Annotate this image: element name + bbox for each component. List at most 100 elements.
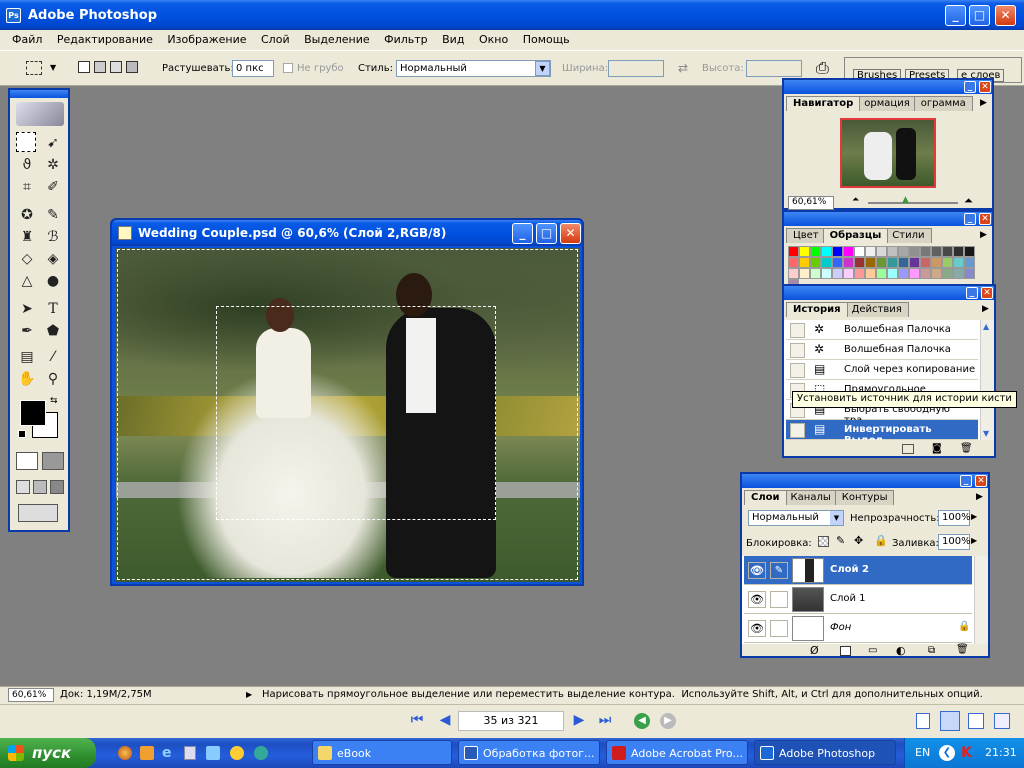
new-group-icon[interactable]: ▭ xyxy=(868,645,877,656)
history-source-box[interactable] xyxy=(790,423,805,438)
color-swatch[interactable] xyxy=(964,268,975,279)
color-swatch[interactable] xyxy=(843,257,854,268)
antialias-checkbox[interactable] xyxy=(283,63,293,73)
doc-minimize-button[interactable]: _ xyxy=(512,223,533,244)
color-swatch[interactable] xyxy=(953,246,964,257)
facing-view-icon[interactable] xyxy=(968,713,984,729)
color-swatch[interactable] xyxy=(942,257,953,268)
pen-tool-icon[interactable]: ✒ xyxy=(16,320,38,342)
quicklaunch-media-icon[interactable] xyxy=(230,746,244,760)
tab-history[interactable]: История xyxy=(786,302,848,317)
color-swatch[interactable] xyxy=(876,246,887,257)
shape-tool-icon[interactable]: ⬟ xyxy=(42,320,64,342)
color-swatch[interactable] xyxy=(909,268,920,279)
history-source-box[interactable] xyxy=(790,343,805,358)
color-swatch[interactable] xyxy=(876,268,887,279)
task-photoshop[interactable]: Adobe Photoshop xyxy=(754,740,896,765)
last-page-icon[interactable]: ⏭ xyxy=(596,711,614,729)
fill-arrow-icon[interactable]: ▶ xyxy=(971,536,977,545)
quicklaunch-notepad-icon[interactable] xyxy=(184,746,196,760)
swap-icon[interactable]: ⇄ xyxy=(678,61,688,75)
color-swatch[interactable] xyxy=(843,268,854,279)
menu-image[interactable]: Изображение xyxy=(167,33,246,46)
first-page-icon[interactable]: ⏮ xyxy=(408,711,426,729)
page-indicator[interactable]: 35 из 321 xyxy=(458,711,564,731)
single-page-view-icon[interactable] xyxy=(916,713,930,729)
tab-channels[interactable]: Каналы xyxy=(783,490,838,505)
quick-mask-icon[interactable] xyxy=(42,452,64,470)
crop-tool-icon[interactable]: ⌗ xyxy=(16,176,38,198)
screen-mode-full-menu-icon[interactable] xyxy=(33,480,47,494)
navigator-minimize-button[interactable]: _ xyxy=(964,81,976,93)
subtract-selection-icon[interactable] xyxy=(110,61,122,73)
tab-navigator[interactable]: Навигатор xyxy=(786,96,861,111)
layer-row[interactable]: 👁 Слой 1 xyxy=(744,585,972,614)
go-forward-icon[interactable]: ▶ xyxy=(660,713,676,729)
color-swatch[interactable] xyxy=(865,257,876,268)
previous-page-icon[interactable]: ◀ xyxy=(436,711,454,729)
healing-brush-icon[interactable]: ✪ xyxy=(16,204,38,226)
color-swatch[interactable] xyxy=(865,268,876,279)
history-close-button[interactable]: ✕ xyxy=(981,287,993,299)
layer-row[interactable]: 👁 Фон 🔒 xyxy=(744,614,972,643)
swap-colors-icon[interactable]: ⇆ xyxy=(50,396,58,406)
default-colors-icon[interactable] xyxy=(18,430,26,438)
palette-menu-arrow-icon[interactable]: ▶ xyxy=(980,98,987,108)
marquee-preset-icon[interactable] xyxy=(26,61,42,75)
path-selection-icon[interactable]: ➤ xyxy=(16,298,38,320)
language-indicator[interactable]: EN xyxy=(915,746,930,759)
color-swatch[interactable] xyxy=(931,268,942,279)
notes-tool-icon[interactable]: ▤ xyxy=(16,346,38,368)
swatches-menu-arrow-icon[interactable]: ▶ xyxy=(980,230,987,240)
task-ebook[interactable]: eBook xyxy=(312,740,452,765)
color-swatch[interactable] xyxy=(876,257,887,268)
color-swatch[interactable] xyxy=(810,268,821,279)
menu-help[interactable]: Помощь xyxy=(523,33,570,46)
intersect-selection-icon[interactable] xyxy=(126,61,138,73)
layers-minimize-button[interactable]: _ xyxy=(960,475,972,487)
close-button[interactable]: ✕ xyxy=(995,5,1016,26)
color-swatch[interactable] xyxy=(799,257,810,268)
menu-file[interactable]: Файл xyxy=(12,33,42,46)
width-input[interactable] xyxy=(608,60,664,77)
magic-wand-tool-icon[interactable]: ✲ xyxy=(42,154,64,176)
layer-style-icon[interactable]: Ø xyxy=(810,644,819,657)
file-browser-icon[interactable]: ⎙ xyxy=(816,58,829,78)
color-swatch[interactable] xyxy=(909,246,920,257)
fill-input[interactable]: 100% xyxy=(938,534,971,550)
color-swatch[interactable] xyxy=(964,246,975,257)
color-swatch[interactable] xyxy=(810,246,821,257)
color-swatch[interactable] xyxy=(898,257,909,268)
color-swatch[interactable] xyxy=(898,246,909,257)
tab-paths[interactable]: Контуры xyxy=(834,490,895,505)
trash-icon[interactable]: 🗑 xyxy=(960,443,973,454)
color-swatch[interactable] xyxy=(843,246,854,257)
color-swatch[interactable] xyxy=(788,268,799,279)
history-item-active[interactable]: ▤ Инвертировать Выдел... xyxy=(786,420,978,440)
history-scrollbar[interactable]: ▲ ▼ xyxy=(980,320,994,440)
color-swatch[interactable] xyxy=(898,268,909,279)
zoom-slider-thumb-icon[interactable]: ▲ xyxy=(902,195,909,205)
menu-select[interactable]: Выделение xyxy=(304,33,370,46)
opacity-input[interactable]: 100% xyxy=(938,510,971,526)
standard-mode-icon[interactable] xyxy=(16,452,38,470)
tab-swatches[interactable]: Образцы xyxy=(822,228,889,243)
visibility-eye-icon[interactable]: 👁 xyxy=(748,591,766,608)
task-word-doc[interactable]: Обработка фотог... xyxy=(458,740,600,765)
new-layer-icon[interactable]: ⧉ xyxy=(928,645,935,656)
minimize-button[interactable]: _ xyxy=(945,5,966,26)
color-swatch[interactable] xyxy=(920,246,931,257)
continuous-facing-view-icon[interactable] xyxy=(994,713,1010,729)
doc-maximize-button[interactable]: □ xyxy=(536,223,557,244)
photoshop-feather-logo[interactable] xyxy=(16,102,64,126)
menu-layer[interactable]: Слой xyxy=(261,33,290,46)
color-swatch[interactable] xyxy=(887,257,898,268)
navigator-zoom-field[interactable]: 60,61% xyxy=(788,196,834,210)
screen-mode-standard-icon[interactable] xyxy=(16,480,30,494)
blend-mode-dropdown-icon[interactable]: ▼ xyxy=(830,511,843,525)
color-swatch[interactable] xyxy=(920,257,931,268)
delete-layer-icon[interactable]: 🗑 xyxy=(956,644,969,655)
layer-row-selected[interactable]: 👁 ✎ Слой 2 xyxy=(744,556,972,585)
zoom-tool-icon[interactable]: ⚲ xyxy=(42,368,64,390)
zoom-out-icon[interactable]: ⏶ xyxy=(852,195,859,205)
